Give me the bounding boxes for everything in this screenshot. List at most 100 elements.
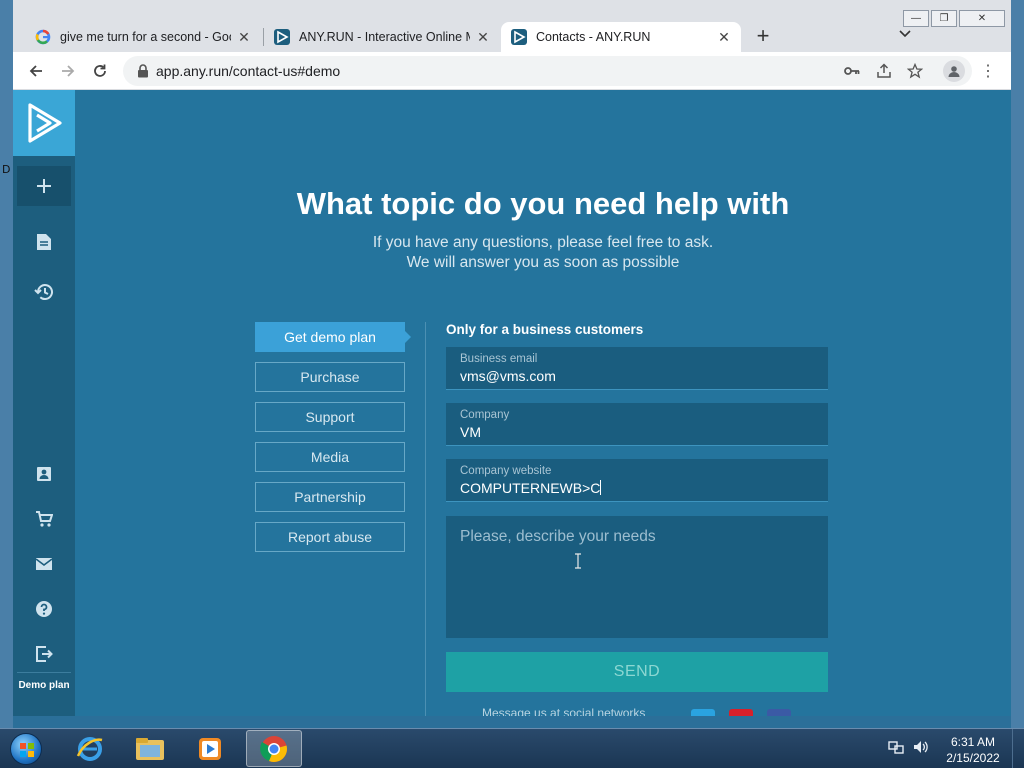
twitter-icon[interactable] bbox=[691, 709, 715, 716]
back-button[interactable] bbox=[24, 59, 48, 83]
logout-icon bbox=[36, 646, 53, 662]
profile-avatar-button[interactable] bbox=[943, 60, 965, 82]
tab-contacts[interactable]: Contacts - ANY.RUN ✕ bbox=[501, 22, 741, 52]
clock-date: 2/15/2022 bbox=[946, 751, 1000, 765]
url-text: app.any.run/contact-us#demo bbox=[156, 63, 341, 79]
browser-window: — ❐ ✕ give me turn for a second - Goog ✕ bbox=[13, 0, 1011, 716]
field-value-text: COMPUTERNEWB>C bbox=[460, 480, 601, 496]
arrow-left-icon bbox=[29, 65, 42, 77]
company-website-field[interactable]: Company website COMPUTERNEWB>C bbox=[446, 459, 828, 502]
document-icon bbox=[37, 234, 51, 250]
form-title: Only for a business customers bbox=[446, 322, 644, 337]
sidebar-item-contacts[interactable] bbox=[17, 544, 71, 584]
desktop-edge-right bbox=[1011, 0, 1024, 728]
browser-toolbar: app.any.run/contact-us#demo ⋮ bbox=[13, 52, 1011, 90]
person-icon bbox=[948, 66, 960, 77]
lock-icon[interactable] bbox=[135, 63, 151, 79]
tab-google-search[interactable]: give me turn for a second - Goog ✕ bbox=[25, 22, 261, 52]
new-tab-button[interactable]: + bbox=[751, 24, 775, 48]
taskbar-chrome[interactable] bbox=[246, 730, 302, 767]
topic-partnership[interactable]: Partnership bbox=[255, 482, 405, 512]
tab-strip: give me turn for a second - Goog ✕ ANY.R… bbox=[13, 20, 1011, 52]
contact-card-icon bbox=[37, 467, 51, 481]
close-tab-icon[interactable]: ✕ bbox=[476, 29, 490, 46]
social-networks-label: Message us at social networks bbox=[482, 706, 646, 716]
reload-button[interactable] bbox=[88, 59, 112, 83]
sidebar-item-history[interactable] bbox=[17, 272, 71, 312]
system-clock[interactable]: 6:31 AM 2/15/2022 bbox=[936, 734, 1010, 766]
anyrun-logo-icon bbox=[28, 103, 62, 143]
desktop-icon-label: D bbox=[2, 163, 11, 176]
text-caret bbox=[600, 480, 602, 495]
topic-report-abuse[interactable]: Report abuse bbox=[255, 522, 405, 552]
facebook-icon[interactable] bbox=[767, 709, 791, 716]
show-desktop-button[interactable] bbox=[1012, 729, 1024, 768]
network-icon[interactable] bbox=[888, 739, 904, 755]
topic-support[interactable]: Support bbox=[255, 402, 405, 432]
folder-icon bbox=[136, 737, 164, 760]
needs-textarea[interactable]: Please, describe your needs bbox=[446, 516, 828, 638]
cart-icon bbox=[36, 511, 53, 527]
form-divider bbox=[425, 322, 426, 716]
clock-time: 6:31 AM bbox=[950, 735, 996, 749]
sidebar-item-profile[interactable] bbox=[17, 454, 71, 494]
field-label: Business email bbox=[460, 353, 538, 365]
field-value: vms@vms.com bbox=[460, 368, 556, 384]
volume-icon[interactable] bbox=[912, 739, 928, 755]
tab-search-button[interactable] bbox=[899, 26, 911, 41]
close-tab-icon[interactable]: ✕ bbox=[237, 29, 251, 46]
help-icon bbox=[36, 601, 52, 617]
key-icon[interactable] bbox=[842, 61, 862, 81]
anyrun-icon bbox=[274, 29, 290, 45]
field-value: VM bbox=[460, 424, 481, 440]
reload-icon bbox=[94, 64, 106, 77]
send-button[interactable]: SEND bbox=[446, 652, 828, 692]
textarea-placeholder: Please, describe your needs bbox=[460, 528, 656, 545]
chrome-icon bbox=[260, 735, 287, 762]
internet-explorer-icon bbox=[76, 736, 103, 761]
app-sidebar: Demo plan bbox=[13, 90, 75, 716]
page-subtitle-line-1: If you have any questions, please feel f… bbox=[372, 234, 714, 251]
share-icon[interactable] bbox=[874, 61, 894, 81]
google-icon bbox=[35, 29, 51, 45]
media-player-icon bbox=[199, 737, 221, 760]
history-icon bbox=[34, 284, 53, 300]
topic-get-demo-plan[interactable]: Get demo plan bbox=[255, 322, 411, 352]
tab-anyrun-home[interactable]: ANY.RUN - Interactive Online Ma ✕ bbox=[264, 22, 500, 52]
topic-media[interactable]: Media bbox=[255, 442, 405, 472]
field-value: COMPUTERNEWB>C bbox=[460, 480, 602, 496]
forward-button[interactable] bbox=[56, 59, 80, 83]
desktop-edge-left bbox=[0, 0, 13, 728]
sidebar-item-reports[interactable] bbox=[17, 222, 71, 262]
company-field[interactable]: Company VM bbox=[446, 403, 828, 446]
new-task-button[interactable] bbox=[17, 166, 71, 206]
anyrun-logo[interactable] bbox=[13, 90, 75, 156]
windows-logo-icon bbox=[10, 733, 42, 765]
field-label: Company bbox=[460, 409, 510, 421]
business-email-field[interactable]: Business email vms@vms.com bbox=[446, 347, 828, 390]
arrow-right-icon bbox=[62, 65, 75, 77]
page-title: What topic do you need help with bbox=[296, 186, 790, 221]
close-tab-icon[interactable]: ✕ bbox=[717, 29, 731, 46]
field-label: Company website bbox=[460, 465, 552, 477]
anyrun-icon bbox=[511, 29, 527, 45]
browser-menu-button[interactable]: ⋮ bbox=[980, 61, 996, 81]
sidebar-item-logout[interactable] bbox=[17, 634, 71, 674]
address-bar[interactable]: app.any.run/contact-us#demo bbox=[123, 56, 972, 86]
contact-page: Demo plan What topic do you need help wi… bbox=[13, 90, 1011, 716]
sidebar-divider bbox=[17, 672, 71, 673]
taskbar-file-explorer[interactable] bbox=[122, 730, 178, 767]
tab-title: Contacts - ANY.RUN bbox=[536, 30, 651, 44]
start-button[interactable] bbox=[4, 731, 48, 767]
text-cursor-icon bbox=[575, 553, 581, 569]
page-subtitle-line-2: We will answer you as soon as possible bbox=[406, 254, 680, 271]
taskbar: 6:31 AM 2/15/2022 bbox=[0, 728, 1024, 768]
star-icon[interactable] bbox=[905, 61, 925, 81]
sidebar-item-pricing[interactable] bbox=[17, 499, 71, 539]
youtube-icon[interactable] bbox=[729, 709, 753, 716]
sidebar-item-help[interactable] bbox=[17, 589, 71, 629]
taskbar-media-player[interactable] bbox=[182, 730, 238, 767]
topic-purchase[interactable]: Purchase bbox=[255, 362, 405, 392]
taskbar-internet-explorer[interactable] bbox=[62, 730, 118, 767]
plan-label: Demo plan bbox=[18, 680, 70, 691]
